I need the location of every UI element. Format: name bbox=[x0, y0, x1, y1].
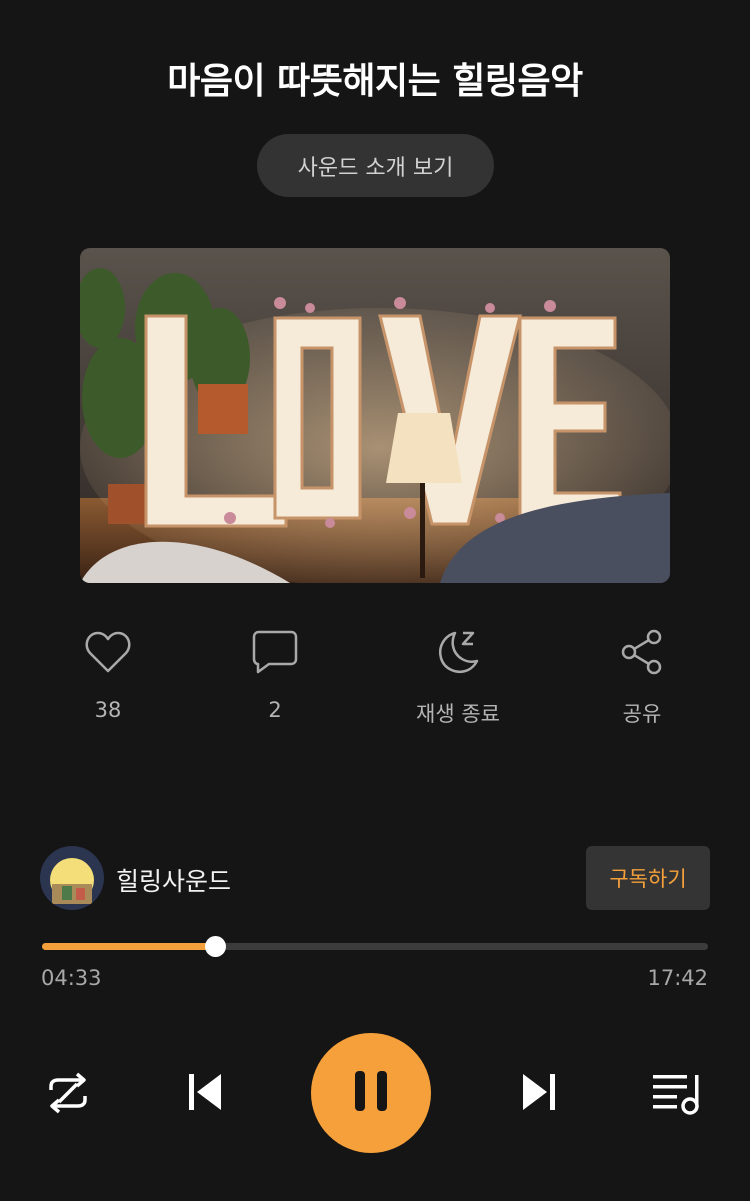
playlist-button[interactable] bbox=[648, 1067, 708, 1123]
share-label: 공유 bbox=[622, 702, 662, 726]
avatar[interactable] bbox=[40, 846, 104, 910]
comment-count: 2 bbox=[268, 698, 282, 722]
progress-slider[interactable] bbox=[42, 935, 708, 959]
repeat-button[interactable] bbox=[42, 1069, 94, 1121]
total-time: 17:42 bbox=[647, 966, 708, 990]
sleep-timer-label: 재생 종료 bbox=[416, 702, 500, 726]
progress-handle[interactable] bbox=[205, 936, 227, 957]
repeat-shuffle-icon bbox=[45, 1070, 91, 1120]
subscribe-button[interactable]: 구독하기 bbox=[586, 846, 710, 910]
sleep-timer-icon bbox=[432, 626, 484, 678]
previous-button[interactable] bbox=[180, 1069, 230, 1119]
next-icon bbox=[519, 1072, 559, 1116]
comment-icon bbox=[249, 626, 301, 678]
share-button[interactable]: 공유 bbox=[572, 626, 712, 728]
cover-image bbox=[80, 248, 670, 583]
channel-row: 힐링사운드 구독하기 bbox=[40, 846, 710, 910]
channel-name[interactable]: 힐링사운드 bbox=[116, 862, 231, 898]
like-button[interactable]: 38 bbox=[38, 626, 178, 722]
pause-icon bbox=[353, 1069, 389, 1117]
playlist-icon bbox=[651, 1071, 705, 1119]
current-time: 04:33 bbox=[41, 966, 102, 990]
share-icon bbox=[616, 626, 668, 678]
comment-button[interactable]: 2 bbox=[205, 626, 345, 722]
page-title: 마음이 따뜻해지는 힐링음악 bbox=[167, 61, 583, 102]
next-button[interactable] bbox=[514, 1069, 564, 1119]
previous-icon bbox=[185, 1072, 225, 1116]
progress-fill bbox=[42, 943, 216, 950]
pause-button[interactable] bbox=[311, 1033, 431, 1153]
like-count: 38 bbox=[94, 698, 122, 722]
sleep-timer-button[interactable]: 재생 종료 bbox=[388, 626, 528, 728]
sound-intro-button[interactable]: 사운드 소개 보기 bbox=[257, 134, 494, 197]
heart-icon bbox=[82, 626, 134, 678]
